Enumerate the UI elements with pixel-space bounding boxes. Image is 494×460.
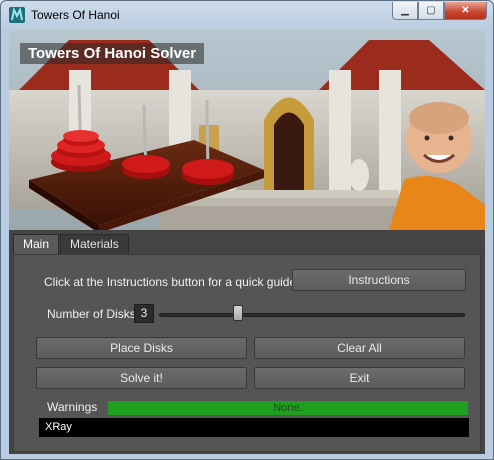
minimize-icon: ▁: [401, 5, 409, 16]
tab-bar: Main Materials: [13, 234, 130, 255]
exit-button[interactable]: Exit: [254, 367, 465, 389]
instructions-button[interactable]: Instructions: [292, 269, 466, 291]
close-button[interactable]: ✕: [444, 2, 487, 20]
maximize-button[interactable]: ▢: [418, 2, 444, 20]
title-bar[interactable]: Towers Of Hanoi ▁ ▢ ✕: [1, 1, 493, 29]
main-panel: Click at the Instructions button for a q…: [13, 254, 481, 452]
disks-slider[interactable]: [159, 313, 465, 317]
tab-main[interactable]: Main: [13, 234, 60, 255]
app-icon: [9, 7, 25, 23]
instructions-text: Click at the Instructions button for a q…: [44, 275, 304, 289]
tab-materials[interactable]: Materials: [60, 234, 129, 254]
maximize-icon: ▢: [426, 5, 436, 16]
disks-input[interactable]: 3: [134, 304, 154, 323]
warnings-status-bar: None.: [108, 401, 468, 415]
window-title: Towers Of Hanoi: [31, 8, 120, 22]
client-area: Towers Of Hanoi Solver Main Materials Cl…: [9, 30, 485, 454]
minimize-button[interactable]: ▁: [392, 2, 418, 20]
banner-title: Towers Of Hanoi Solver: [20, 43, 205, 64]
close-icon: ✕: [461, 5, 470, 16]
place-disks-button[interactable]: Place Disks: [36, 337, 247, 359]
warnings-label: Warnings: [47, 400, 98, 414]
solve-button[interactable]: Solve it!: [36, 367, 247, 389]
disks-label: Number of Disks:: [47, 307, 140, 321]
disks-slider-handle[interactable]: [233, 305, 243, 321]
app-window: Towers Of Hanoi ▁ ▢ ✕ Towers Of Hanoi So…: [0, 0, 494, 460]
xray-output: XRay: [39, 418, 469, 437]
clear-all-button[interactable]: Clear All: [254, 337, 465, 359]
banner-image: Towers Of Hanoi Solver: [9, 30, 485, 230]
